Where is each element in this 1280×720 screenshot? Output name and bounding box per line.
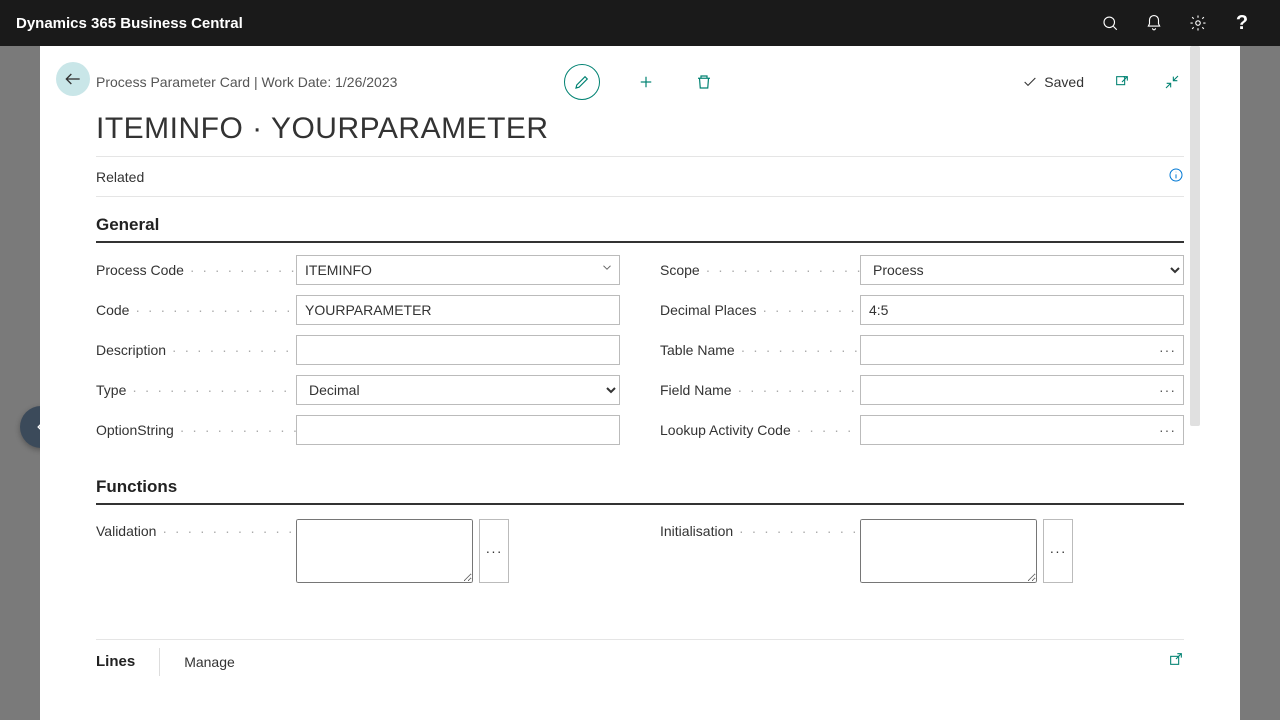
description-input[interactable] [296, 335, 620, 365]
code-input[interactable] [296, 295, 620, 325]
validation-ellipsis-button[interactable]: ··· [479, 519, 509, 583]
scope-label: Scope [660, 262, 700, 278]
collapse-icon[interactable] [1160, 70, 1184, 94]
saved-label: Saved [1044, 74, 1084, 90]
saved-status: Saved [1022, 74, 1084, 90]
help-icon[interactable]: ? [1220, 0, 1264, 46]
popout-icon[interactable] [1110, 70, 1134, 94]
decimal-places-label: Decimal Places [660, 302, 756, 318]
type-select[interactable]: Decimal [296, 375, 620, 405]
table-name-input[interactable] [860, 335, 1184, 365]
top-bar: Dynamics 365 Business Central ? [0, 0, 1280, 46]
field-name-label: Field Name [660, 382, 732, 398]
lines-section-title: Lines [96, 648, 160, 676]
breadcrumb: Process Parameter Card | Work Date: 1/26… [96, 74, 397, 90]
optionstring-label: OptionString [96, 422, 174, 438]
related-menu[interactable]: Related [96, 169, 144, 185]
initialisation-input[interactable] [860, 519, 1037, 583]
validation-label: Validation [96, 523, 156, 539]
gear-icon[interactable] [1176, 0, 1220, 46]
card-header: Process Parameter Card | Work Date: 1/26… [96, 56, 1184, 108]
description-label: Description [96, 342, 166, 358]
scope-select[interactable]: Process [860, 255, 1184, 285]
validation-input[interactable] [296, 519, 473, 583]
decimal-places-input[interactable] [860, 295, 1184, 325]
edit-button[interactable] [564, 64, 600, 100]
lines-manage-menu[interactable]: Manage [160, 654, 235, 670]
lookup-activity-input[interactable] [860, 415, 1184, 445]
bell-icon[interactable] [1132, 0, 1176, 46]
table-name-label: Table Name [660, 342, 735, 358]
new-button[interactable] [634, 70, 658, 94]
functions-section-title: Functions [96, 477, 1184, 505]
process-code-label: Process Code [96, 262, 184, 278]
type-label: Type [96, 382, 126, 398]
initialisation-label: Initialisation [660, 523, 733, 539]
card: Process Parameter Card | Work Date: 1/26… [40, 46, 1240, 720]
code-label: Code [96, 302, 129, 318]
initialisation-ellipsis-button[interactable]: ··· [1043, 519, 1073, 583]
lookup-activity-label: Lookup Activity Code [660, 422, 791, 438]
field-name-input[interactable] [860, 375, 1184, 405]
app-title: Dynamics 365 Business Central [16, 15, 243, 32]
delete-button[interactable] [692, 70, 716, 94]
info-icon[interactable] [1168, 167, 1184, 186]
search-icon[interactable] [1088, 0, 1132, 46]
process-code-input[interactable] [296, 255, 620, 285]
page-title: ITEMINFO · YOURPARAMETER [96, 112, 1184, 146]
lines-popout-icon[interactable] [1168, 651, 1184, 672]
general-section-title: General [96, 215, 1184, 243]
optionstring-input[interactable] [296, 415, 620, 445]
